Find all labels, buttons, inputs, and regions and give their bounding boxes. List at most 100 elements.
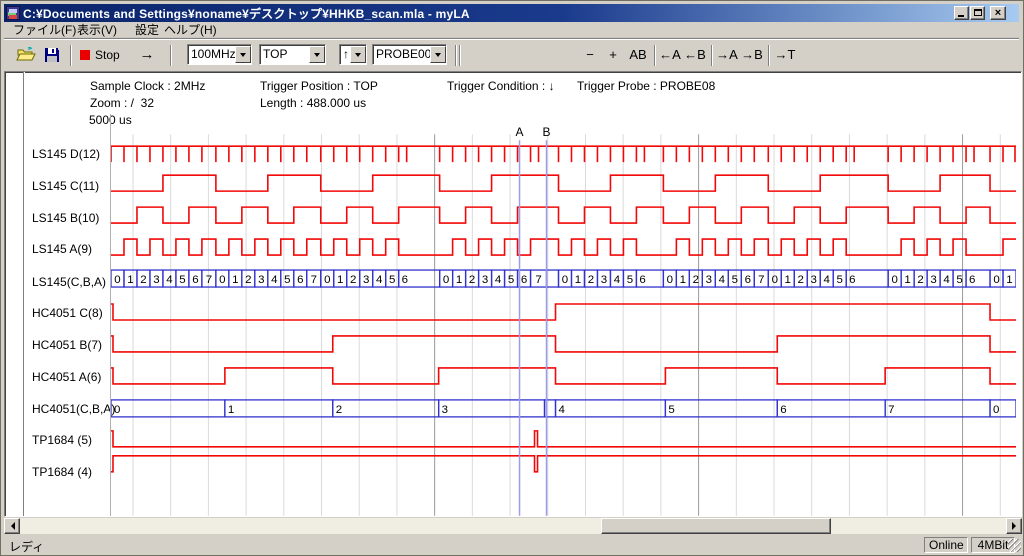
maximize-button[interactable]	[970, 6, 985, 20]
scroll-right-button[interactable]	[1006, 518, 1022, 534]
menu-bar: ファイル(F)表示(V) 設定ヘルプ(H)	[4, 22, 1019, 39]
channel-label: HC4051 B(7)	[32, 337, 112, 353]
bus-value: 7	[758, 274, 764, 286]
bus-cell	[777, 400, 885, 417]
bus-value: 5	[627, 274, 633, 286]
bus-cell	[556, 400, 666, 417]
bus-value: 3	[601, 274, 607, 286]
waveform-panel: Sample Clock : 2MHz Zoom : / 32 Trigger …	[4, 71, 1022, 517]
save-file-button[interactable]	[40, 44, 64, 66]
bus-value: 2	[245, 274, 251, 286]
bus-value: 7	[206, 274, 212, 286]
cursor-a-label: A	[516, 125, 524, 139]
bus-value: 6	[521, 274, 527, 286]
dropdown-button[interactable]	[350, 46, 366, 63]
bus-value: 2	[469, 274, 475, 286]
triangle-right-icon	[1012, 522, 1020, 530]
zoom-ab-button[interactable]: AB	[625, 45, 651, 65]
sample-clock-select[interactable]: 100MHz	[187, 44, 252, 65]
menu-item-0[interactable]: ファイル(F)	[11, 23, 78, 38]
trigger-edge-select[interactable]: ↑	[339, 44, 367, 65]
bus-value: 3	[482, 274, 488, 286]
bus-value: 4	[943, 274, 950, 286]
signal-trace	[111, 368, 1016, 384]
toolbar-separator	[654, 45, 656, 66]
bus-cell	[885, 400, 990, 417]
triangle-left-icon	[7, 522, 15, 530]
open-file-button[interactable]	[14, 44, 38, 66]
bus-value: 4	[376, 274, 383, 286]
close-button[interactable]: ×	[990, 6, 1006, 20]
length-info: Length : 488.000 us	[260, 96, 366, 110]
toolbar-separator	[70, 45, 72, 66]
signal-trace	[111, 175, 1016, 191]
sample-clock-info: Sample Clock : 2MHz	[90, 79, 205, 93]
bus-value: 5	[732, 274, 738, 286]
zoom-in-button[interactable]: +	[603, 45, 623, 65]
bus-value: 0	[114, 274, 120, 286]
bus-value: 4	[824, 274, 831, 286]
panel-gutter-groove	[23, 72, 25, 516]
minimize-button[interactable]	[954, 6, 969, 20]
trigger-position-select[interactable]: TOP	[259, 44, 326, 65]
goto-b-left-button[interactable]: ←B	[684, 45, 706, 65]
bus-value: 5	[956, 274, 962, 286]
open-folder-icon	[16, 47, 36, 63]
menu-item-3[interactable]: ヘルプ(H)	[162, 23, 219, 38]
trigger-probe-select[interactable]: PROBE00	[372, 44, 447, 65]
bus-value: 0	[891, 274, 897, 286]
bus-value: 1	[337, 274, 343, 286]
toolbar-separator	[459, 45, 461, 66]
horizontal-scrollbar[interactable]	[4, 518, 1022, 534]
bus-value: 7	[888, 404, 894, 416]
minimize-icon	[958, 15, 964, 17]
bus-cell	[333, 400, 439, 417]
stop-button[interactable]: Stop	[78, 45, 124, 65]
dropdown-button[interactable]	[235, 46, 251, 63]
toolbar-separator	[768, 45, 770, 66]
goto-trigger-button[interactable]: →T	[773, 45, 797, 65]
goto-a-left-button[interactable]: ←A	[659, 45, 681, 65]
dropdown-button[interactable]	[430, 46, 446, 63]
run-button[interactable]: →	[132, 45, 162, 65]
bus-value: 3	[442, 404, 448, 416]
bus-cell	[547, 270, 559, 287]
channel-label: LS145 A(9)	[32, 241, 112, 257]
bus-value: 5	[668, 404, 674, 416]
bus-value: 0	[562, 274, 568, 286]
goto-b-right-button[interactable]: →B	[741, 45, 763, 65]
zoom-out-button[interactable]: −	[580, 45, 600, 65]
bus-value: 6	[969, 274, 975, 286]
trigger-position-value: TOP	[260, 46, 309, 63]
signal-trace	[111, 239, 1016, 255]
menu-item-1[interactable]: 表示(V)	[75, 23, 119, 38]
bus-value: 1	[904, 274, 910, 286]
bus-value: 6	[297, 274, 303, 286]
dropdown-button[interactable]	[309, 46, 325, 63]
app-window: C:¥Documents and Settings¥noname¥デスクトップ¥…	[0, 0, 1024, 556]
bus-value: 0	[772, 274, 778, 286]
goto-a-right-button[interactable]: →A	[716, 45, 738, 65]
chevron-down-icon	[314, 53, 320, 60]
bus-cell	[439, 400, 545, 417]
scroll-left-button[interactable]	[4, 518, 20, 534]
cursor-b-label: B	[543, 125, 551, 139]
menu-item-2[interactable]: 設定	[133, 23, 161, 38]
scrollbar-thumb[interactable]	[601, 518, 831, 534]
bus-value: 0	[993, 404, 999, 416]
resize-grip[interactable]	[1008, 539, 1021, 552]
toolbar-separator	[170, 45, 172, 66]
bus-value: 4	[559, 404, 566, 416]
bus-value: 4	[166, 274, 173, 286]
channel-label: LS145 D(12)	[32, 146, 112, 162]
floppy-disk-icon	[44, 47, 60, 63]
bus-cell	[225, 400, 333, 417]
toolbar: Stop → 100MHz TOP ↑ PROBE00 − + AB ←A ←B	[4, 39, 1019, 70]
stop-icon	[80, 50, 90, 60]
signal-trace	[111, 431, 1016, 447]
channel-label: HC4051 A(6)	[32, 369, 112, 385]
channel-label: TP1684 (4)	[32, 464, 112, 480]
waveform-area[interactable]: 0123456701234567012345601234567012345601…	[110, 114, 1016, 516]
bus-value: 5	[508, 274, 514, 286]
status-message: レディ	[9, 538, 44, 555]
